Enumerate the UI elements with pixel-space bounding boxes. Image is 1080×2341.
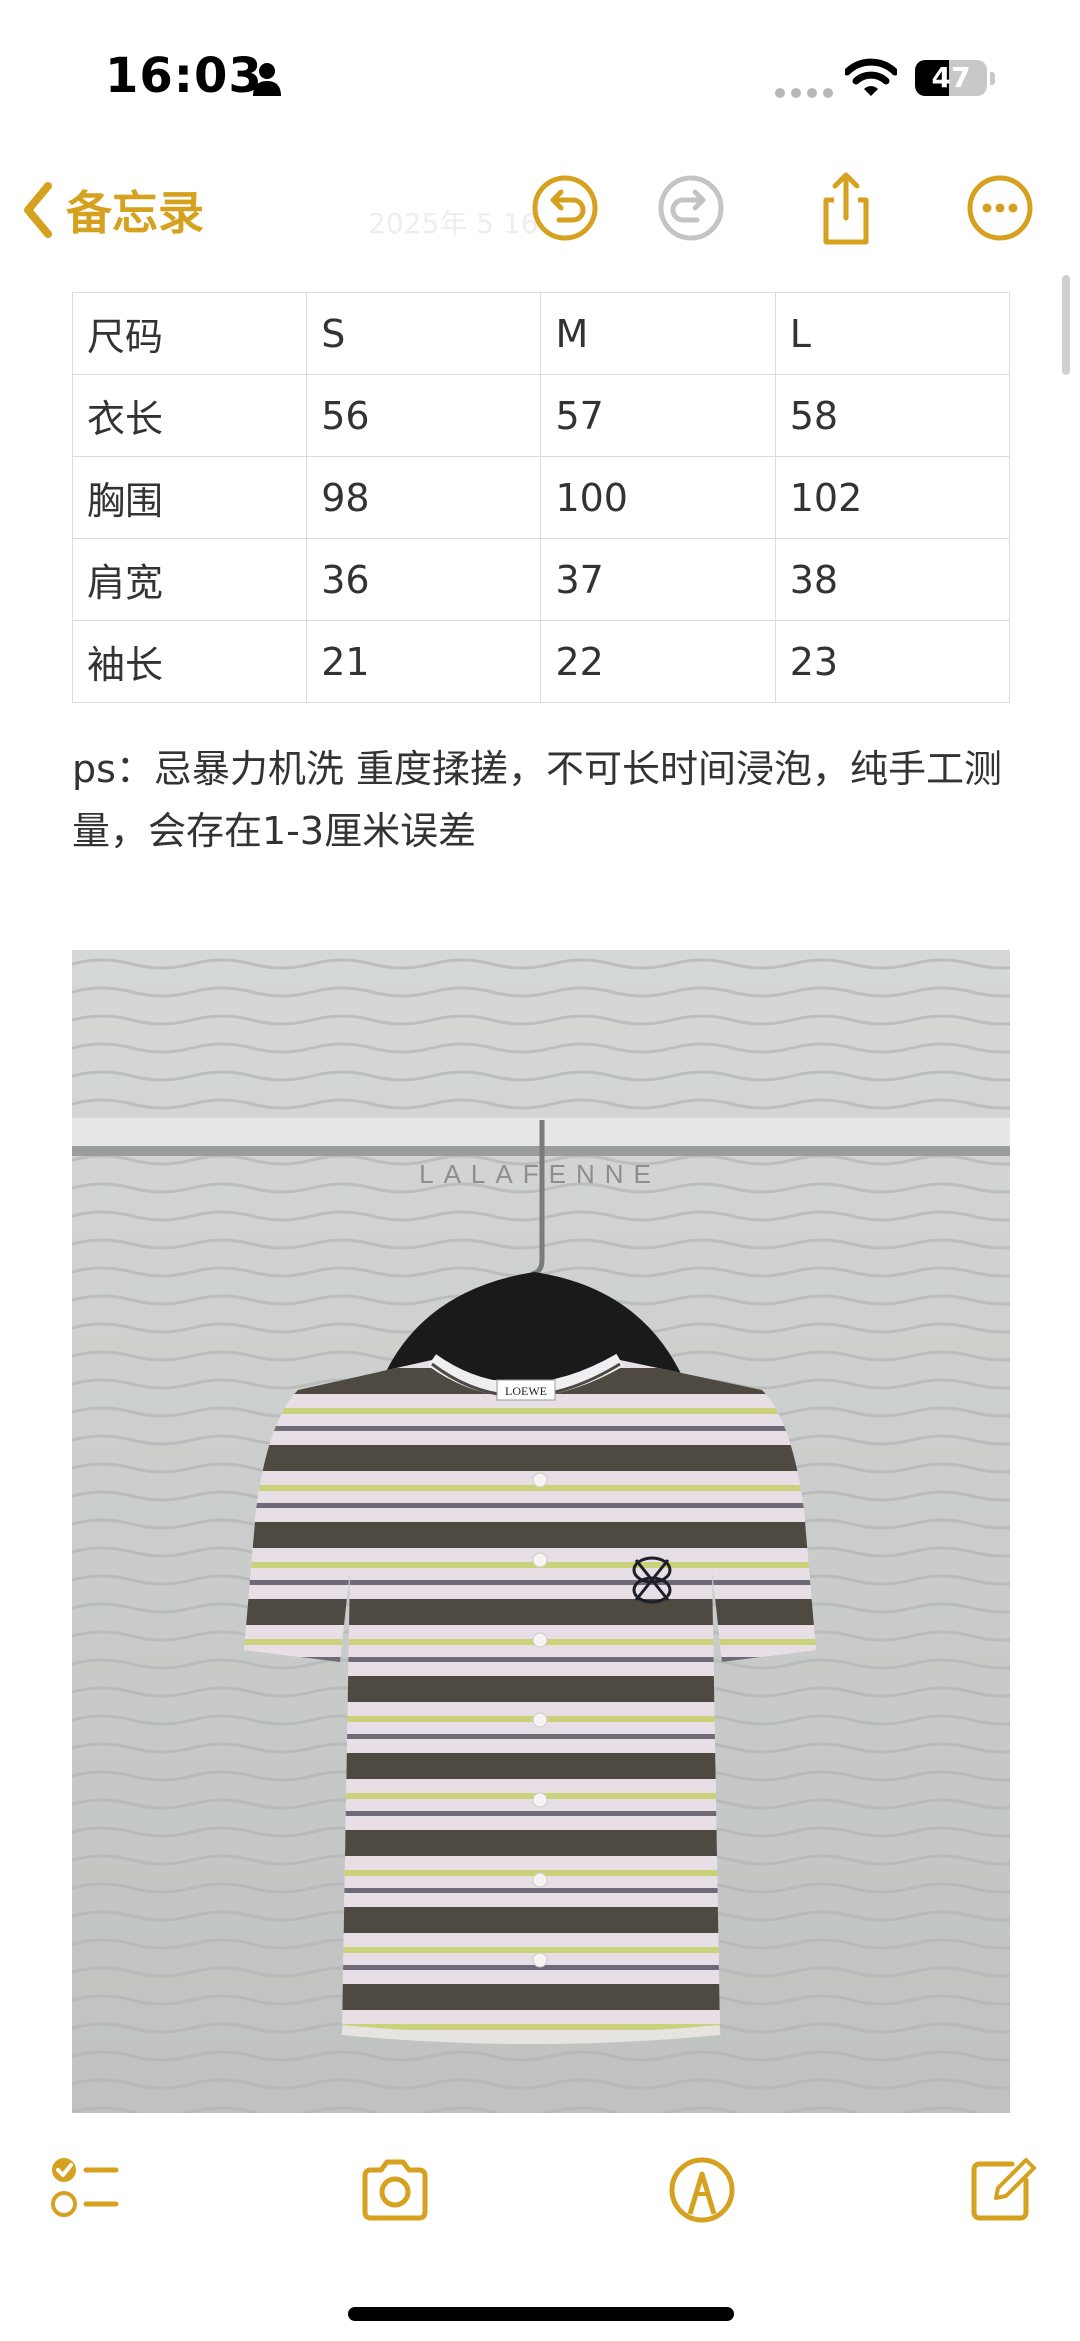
striped-cardigan-image: LALAFENNE LOEWE (72, 950, 1010, 2113)
status-bar: 16:03 47 (0, 0, 1080, 150)
wifi-icon (845, 58, 897, 96)
product-photo[interactable]: LALAFENNE LOEWE (72, 950, 1010, 2113)
checklist-icon[interactable] (44, 2150, 124, 2230)
table-row: 衣长 56 57 58 (71, 374, 1011, 457)
table-cell: M (540, 292, 776, 375)
brand-label-text: LOEWE (505, 1384, 547, 1398)
size-table: 尺码 S M L 衣长 56 57 58 胸围 98 100 102 肩宽 36 37 38 袖长 21 22 23 (71, 292, 1011, 703)
nav-bar: 备忘录 2025年 5 16 (0, 160, 1080, 260)
table-row: 肩宽 36 37 38 (71, 538, 1011, 621)
table-cell: 36 (306, 538, 542, 621)
back-button[interactable]: 备忘录 (20, 170, 204, 250)
table-row: 胸围 98 100 102 (71, 456, 1011, 539)
person-icon (253, 63, 281, 96)
share-icon[interactable] (808, 170, 884, 246)
cellular-signal-icon (775, 88, 835, 98)
table-cell: 37 (540, 538, 776, 621)
table-row: 袖长 21 22 23 (71, 620, 1011, 703)
table-cell: 58 (774, 374, 1011, 457)
table-cell: 22 (540, 620, 776, 703)
status-time: 16:03 (105, 48, 263, 104)
table-header-row: 尺码 S M L (71, 292, 1011, 375)
table-cell: 尺码 (71, 292, 308, 375)
scroll-indicator[interactable] (1062, 275, 1070, 375)
home-indicator[interactable] (348, 2307, 734, 2321)
table-cell: 袖长 (71, 620, 308, 703)
battery-level: 47 (931, 61, 971, 94)
care-note: ps：忌暴力机洗 重度揉搓，不可长时间浸泡，纯手工测量，会存在1-3厘米误差 (72, 747, 1003, 853)
table-cell: 21 (306, 620, 542, 703)
bottom-toolbar (0, 2140, 1080, 2240)
battery-indicator: 47 (915, 60, 987, 96)
table-cell: 衣长 (71, 374, 308, 457)
table-cell: 57 (540, 374, 776, 457)
table-cell: 100 (540, 456, 776, 539)
table-cell: 56 (306, 374, 542, 457)
table-cell: 胸围 (71, 456, 308, 539)
compose-icon[interactable] (960, 2150, 1040, 2230)
table-cell: 38 (774, 538, 1011, 621)
back-label: 备忘录 (66, 186, 204, 240)
table-cell: S (306, 292, 542, 375)
undo-icon[interactable] (527, 170, 603, 246)
table-cell: 肩宽 (71, 538, 308, 621)
more-icon[interactable] (962, 170, 1038, 246)
note-date-faded: 2025年 5 16 (368, 207, 539, 240)
redo-icon[interactable] (653, 170, 729, 246)
markup-icon[interactable] (662, 2150, 742, 2230)
table-cell: 23 (774, 620, 1011, 703)
chevron-left-icon (24, 182, 52, 238)
table-cell: L (774, 292, 1011, 375)
camera-icon[interactable] (355, 2150, 435, 2230)
battery-tip (990, 72, 995, 85)
table-cell: 98 (306, 456, 542, 539)
table-cell: 102 (774, 456, 1011, 539)
